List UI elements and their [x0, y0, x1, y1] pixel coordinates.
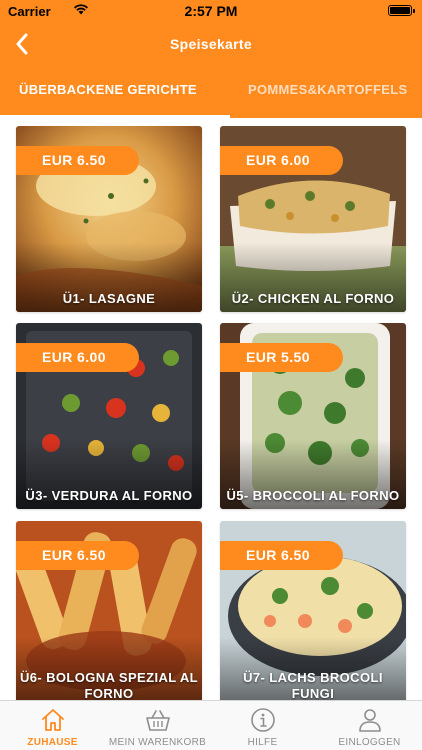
- item-name: Ü1- LASAGNE: [62, 291, 156, 306]
- price-badge: EUR 6.50: [220, 541, 343, 570]
- tab-pommes-kartoffels[interactable]: POMMES&KARTOFFELS: [248, 82, 407, 97]
- tab-ueberbackene-gerichte[interactable]: ÜBERBACKENE GERICHTE: [19, 82, 197, 97]
- tabbar-label: ZUHAUSE: [27, 737, 78, 748]
- price-badge: EUR 6.00: [16, 343, 139, 372]
- price-badge: EUR 6.50: [16, 146, 139, 175]
- menu-item-broccoli-al-forno[interactable]: EUR 5.50 Ü5- BROCCOLI AL FORNO: [220, 323, 406, 509]
- tabbar-label: EINLOGGEN: [338, 737, 401, 748]
- info-icon: [250, 708, 275, 732]
- item-name: Ü6- BOLOGNA SPEZIAL AL FORNO: [19, 670, 199, 700]
- item-name: Ü7- LACHS BROCOLI FUNGI: [243, 670, 383, 700]
- tabbar-label: MEIN WARENKORB: [108, 737, 207, 748]
- tabbar-item-einloggen[interactable]: EINLOGGEN: [317, 701, 422, 750]
- battery-icon: [388, 5, 415, 16]
- tabbar-item-zuhause[interactable]: ZUHAUSE: [0, 701, 105, 750]
- tabbar-item-warenkorb[interactable]: MEIN WARENKORB: [105, 701, 210, 750]
- menu-grid: EUR 6.50 Ü1- LASAGNE EUR 6.00 Ü2- CHICKE…: [0, 118, 422, 700]
- status-bar: Carrier 2:57 PM: [0, 0, 422, 22]
- tabbar-item-hilfe[interactable]: HILFE: [210, 701, 315, 750]
- price-badge: EUR 5.50: [220, 343, 343, 372]
- item-name: Ü5- BROCCOLI AL FORNO: [226, 488, 400, 503]
- menu-item-verdura-al-forno[interactable]: EUR 6.00 Ü3- VERDURA AL FORNO: [16, 323, 202, 509]
- tabbar-label: HILFE: [247, 737, 278, 748]
- home-icon: [41, 709, 64, 731]
- category-tabs: ÜBERBACKENE GERICHTE POMMES&KARTOFFELS: [0, 72, 422, 118]
- basket-icon: [145, 710, 170, 731]
- page-title: Speisekarte: [170, 36, 252, 52]
- menu-item-lasagne[interactable]: EUR 6.50 Ü1- LASAGNE: [16, 126, 202, 312]
- menu-item-chicken-al-forno[interactable]: EUR 6.00 Ü2- CHICKEN AL FORNO: [220, 126, 406, 312]
- item-name: Ü3- VERDURA AL FORNO: [25, 488, 193, 503]
- menu-item-lachs-broccoli-fungi[interactable]: EUR 6.50 Ü7- LACHS BROCOLI FUNGI: [220, 521, 406, 700]
- item-name: Ü2- CHICKEN AL FORNO: [231, 291, 395, 306]
- menu-item-bologna-spezial-al-forno[interactable]: EUR 6.50 Ü6- BOLOGNA SPEZIAL AL FORNO: [16, 521, 202, 700]
- price-badge: EUR 6.50: [16, 541, 139, 570]
- app-header: Carrier 2:57 PM Speisekarte ÜBERBACKENE …: [0, 0, 422, 118]
- bottom-tab-bar: ZUHAUSE MEIN WARENKORB HILFE EINLOGGEN: [0, 700, 422, 750]
- user-icon: [358, 709, 381, 732]
- price-badge: EUR 6.00: [220, 146, 343, 175]
- status-time: 2:57 PM: [184, 3, 238, 19]
